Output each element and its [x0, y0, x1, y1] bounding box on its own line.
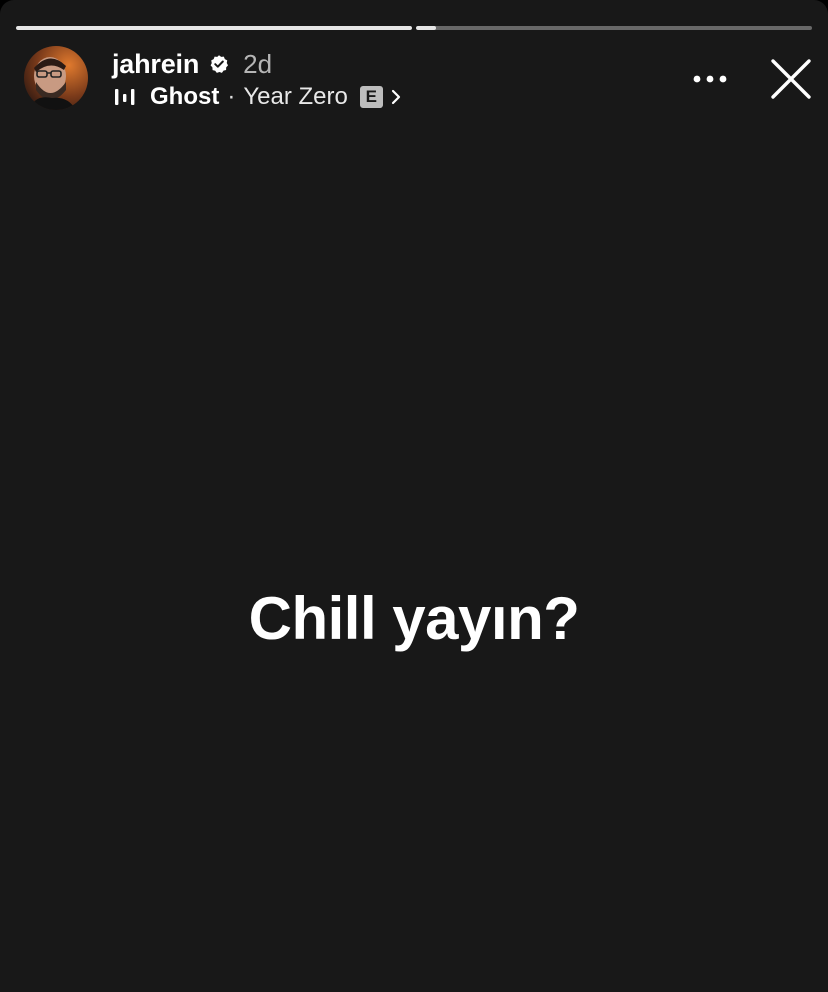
separator: · — [227, 83, 236, 110]
artist-name: Year Zero — [243, 83, 348, 110]
close-button[interactable] — [770, 58, 812, 100]
music-attribution[interactable]: Ghost · Year Zero E — [114, 82, 403, 112]
song-title: Ghost — [150, 83, 220, 110]
username-row: jahrein 2d — [112, 48, 272, 80]
explicit-badge: E — [359, 86, 383, 108]
verified-badge-icon — [209, 54, 229, 74]
progress-fill — [416, 26, 436, 30]
story-caption: Chill yayın? — [248, 585, 580, 652]
chevron-right-icon — [391, 89, 400, 105]
progress-segment-2 — [416, 26, 812, 30]
more-horizontal-icon — [693, 75, 727, 83]
music-bars-icon — [115, 89, 135, 105]
profile-photo-icon — [24, 46, 88, 110]
progress-segment-1 — [16, 26, 412, 30]
story-viewer[interactable]: jahrein 2d Ghost · Year Zero E Chill yay… — [0, 0, 828, 992]
username[interactable]: jahrein — [112, 49, 199, 80]
progress-fill — [16, 26, 412, 30]
more-options-button[interactable] — [692, 62, 728, 96]
avatar[interactable] — [24, 46, 88, 110]
posted-time: 2d — [243, 48, 273, 79]
close-icon — [771, 59, 811, 99]
story-progress-bar — [16, 26, 812, 30]
story-header: jahrein 2d Ghost · Year Zero E — [24, 46, 812, 112]
